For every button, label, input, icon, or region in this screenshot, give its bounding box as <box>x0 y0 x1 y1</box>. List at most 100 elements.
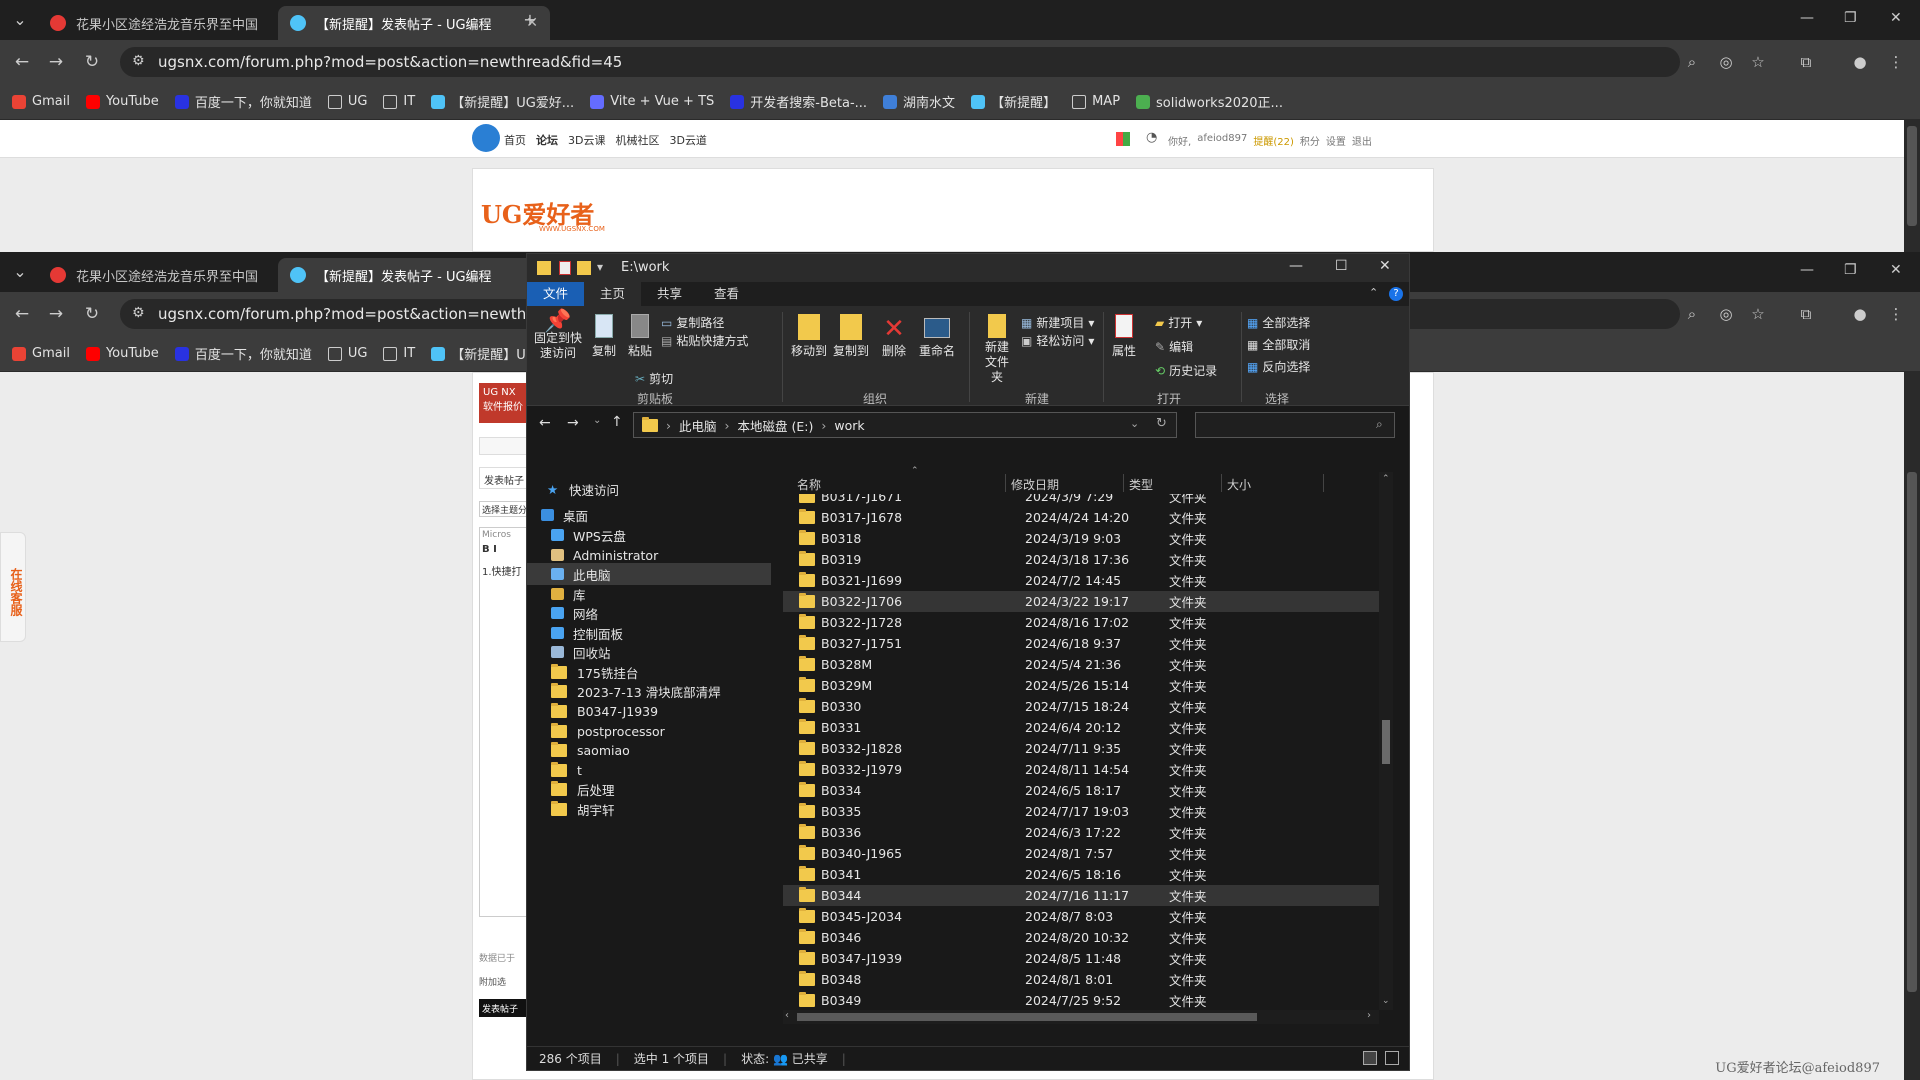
points-link[interactable]: 积分 <box>1300 133 1320 148</box>
file-row[interactable]: B0335 2024/7/17 19:03 文件夹 <box>783 801 1379 822</box>
reload-icon[interactable]: ↻ <box>82 52 102 72</box>
column-divider[interactable] <box>1221 474 1222 492</box>
bookmark-item[interactable]: IT <box>383 346 415 361</box>
nx-badge[interactable]: UG NX 软件报价 <box>479 383 529 423</box>
site-nav-item[interactable]: 首页 <box>504 132 526 148</box>
reload-icon[interactable]: ↻ <box>82 304 102 324</box>
bookmark-item[interactable]: Vite + Vue + TS <box>590 94 714 109</box>
move-to-button[interactable]: 移动到 <box>789 314 829 359</box>
star-icon[interactable]: ☆ <box>1748 304 1768 324</box>
file-row[interactable]: B0347-J1939 2024/8/5 11:48 文件夹 <box>783 948 1379 969</box>
tab-2[interactable]: 【新提醒】发表帖子 - UG编程 ✕ <box>278 6 550 40</box>
delete-button[interactable]: ✕ 删除 <box>879 314 909 359</box>
scroll-left-icon[interactable]: ‹ <box>785 1010 789 1021</box>
new-item-button[interactable]: ▦ 新建项目 ▾ <box>1021 314 1094 331</box>
column-divider[interactable] <box>1123 474 1124 492</box>
column-divider[interactable] <box>1005 474 1006 492</box>
large-icons-view-icon[interactable] <box>1385 1051 1399 1065</box>
profile-icon[interactable]: ● <box>1850 52 1870 72</box>
post-tab[interactable]: 发表帖子 <box>479 467 529 489</box>
file-row[interactable]: B0348 2024/8/1 8:01 文件夹 <box>783 969 1379 990</box>
editor-font-select[interactable]: Micros <box>480 528 528 542</box>
nav-item[interactable]: WPS云盘 <box>527 524 771 546</box>
nav-item[interactable]: 网络 <box>527 602 771 624</box>
bookmark-item[interactable]: 百度一下，你就知道 <box>174 344 312 363</box>
help-icon[interactable]: ? <box>1389 287 1403 301</box>
bookmark-item[interactable]: solidworks2020正... <box>1136 92 1283 111</box>
paste-button[interactable]: 粘贴 <box>625 314 655 359</box>
forward-icon[interactable]: → <box>567 415 579 431</box>
nav-item[interactable]: 2023-7-13 滑块底部清焊 <box>527 680 771 702</box>
bookmark-item[interactable]: Gmail <box>12 346 70 361</box>
edit-button[interactable]: ✎ 编辑 <box>1155 338 1193 355</box>
bookmark-item[interactable]: 开发者搜索-Beta-... <box>730 92 867 111</box>
breadcrumb-work[interactable]: work <box>834 418 864 433</box>
select-all-button[interactable]: ▦ 全部选择 <box>1247 314 1310 331</box>
site-info-icon[interactable]: ⚙ <box>132 53 145 69</box>
bold-italic-buttons[interactable]: B I <box>480 542 528 557</box>
bookmark-item[interactable]: 【新提醒】 <box>971 92 1056 111</box>
file-row[interactable]: B0340-J1965 2024/8/1 7:57 文件夹 <box>783 843 1379 864</box>
breadcrumb-home-icon[interactable] <box>479 437 529 455</box>
file-row[interactable]: B0327-J1751 2024/6/18 9:37 文件夹 <box>783 633 1379 654</box>
column-name[interactable]: 名称 <box>797 476 821 494</box>
file-row[interactable]: B0322-J1706 2024/3/22 19:17 文件夹 <box>783 591 1379 612</box>
easy-access-button[interactable]: ▣ 轻松访问 ▾ <box>1021 332 1094 349</box>
file-row[interactable]: B0334 2024/6/5 18:17 文件夹 <box>783 780 1379 801</box>
file-row[interactable]: B0318 2024/3/19 9:03 文件夹 <box>783 528 1379 549</box>
file-row[interactable]: B0344 2024/7/16 11:17 文件夹 <box>783 885 1379 906</box>
bookmark-item[interactable]: 【新提醒】UG爱好... <box>431 92 574 111</box>
file-row[interactable]: B0321-J1699 2024/7/2 14:45 文件夹 <box>783 570 1379 591</box>
back-icon[interactable]: ← <box>12 304 32 324</box>
bookmark-item[interactable]: UG <box>327 94 367 109</box>
bookmark-item[interactable]: YouTube <box>85 94 159 109</box>
tab-view[interactable]: 查看 <box>698 282 755 306</box>
profile-icon[interactable]: ● <box>1850 304 1870 324</box>
remind-link[interactable]: 提醒(22) <box>1253 133 1294 148</box>
zoom-icon[interactable]: ⌕ <box>1682 304 1702 324</box>
editor-box[interactable]: Micros B I 1.快捷打 <box>479 527 529 917</box>
settings-link[interactable]: 设置 <box>1326 133 1346 148</box>
tab-file[interactable]: 文件 <box>527 282 585 306</box>
file-row[interactable]: B0329M 2024/5/26 15:14 文件夹 <box>783 675 1379 696</box>
copy-button[interactable]: 复制 <box>589 314 619 359</box>
file-list-vscroll[interactable]: ⌃ ⌄ <box>1379 472 1393 1010</box>
rename-button[interactable]: 重命名 <box>915 314 959 359</box>
restore-icon[interactable]: ❐ <box>1844 10 1857 26</box>
menu-icon[interactable]: ⋮ <box>1886 304 1906 324</box>
page-scrollbar-front[interactable] <box>1904 372 1920 1080</box>
details-view-icon[interactable] <box>1363 1051 1377 1065</box>
file-row[interactable]: B0317-J1671 2024/3/9 7:29 文件夹 <box>783 494 1379 507</box>
extensions-icon[interactable]: ⧉ <box>1796 52 1816 72</box>
history-button[interactable]: ⟲ 历史记录 <box>1155 362 1217 379</box>
address-bar[interactable]: ⚙ ugsnx.com/forum.php?mod=post&action=ne… <box>120 47 1680 77</box>
tab-search-icon[interactable]: ⌄ <box>10 10 30 30</box>
column-type[interactable]: 类型 <box>1129 476 1153 494</box>
subject-select[interactable]: 选择主题分类 <box>479 501 529 517</box>
breadcrumb-drive-e[interactable]: 本地磁盘 (E:) <box>738 416 814 435</box>
forward-icon[interactable]: → <box>46 52 66 72</box>
breadcrumb-this-pc[interactable]: 此电脑 <box>679 416 717 435</box>
tab-1[interactable]: 花果小区途经浩龙音乐界至中国 ✕ <box>38 258 310 292</box>
properties-quick-icon[interactable] <box>559 261 571 275</box>
tab-1[interactable]: 花果小区途经浩龙音乐界至中国 ✕ <box>38 6 310 40</box>
column-date[interactable]: 修改日期 <box>1011 476 1059 494</box>
file-row[interactable]: B0330 2024/7/15 18:24 文件夹 <box>783 696 1379 717</box>
scroll-thumb[interactable] <box>1382 720 1390 764</box>
pin-quick-access-button[interactable]: 📌 固定到快速访问 <box>533 311 583 361</box>
bookmark-item[interactable]: IT <box>383 94 415 109</box>
file-row[interactable]: B0332-J1979 2024/8/11 14:54 文件夹 <box>783 759 1379 780</box>
tab-share[interactable]: 共享 <box>641 282 698 306</box>
file-row[interactable]: B0319 2024/3/18 17:36 文件夹 <box>783 549 1379 570</box>
nav-item[interactable]: B0347-J1939 <box>527 700 771 722</box>
close-icon[interactable]: ✕ <box>1379 258 1391 274</box>
file-row[interactable]: B0336 2024/6/3 17:22 文件夹 <box>783 822 1379 843</box>
close-window-icon[interactable]: ✕ <box>1890 262 1902 278</box>
star-icon[interactable]: ☆ <box>1748 52 1768 72</box>
site-nav-item[interactable]: 机械社区 <box>615 132 659 148</box>
nav-item[interactable]: 此电脑 <box>527 563 771 585</box>
nav-item[interactable]: 胡宇轩 <box>527 798 771 820</box>
bookmark-item[interactable]: 湖南水文 <box>883 92 955 111</box>
close-window-icon[interactable]: ✕ <box>1890 10 1902 26</box>
new-tab-button[interactable]: + <box>520 10 540 30</box>
